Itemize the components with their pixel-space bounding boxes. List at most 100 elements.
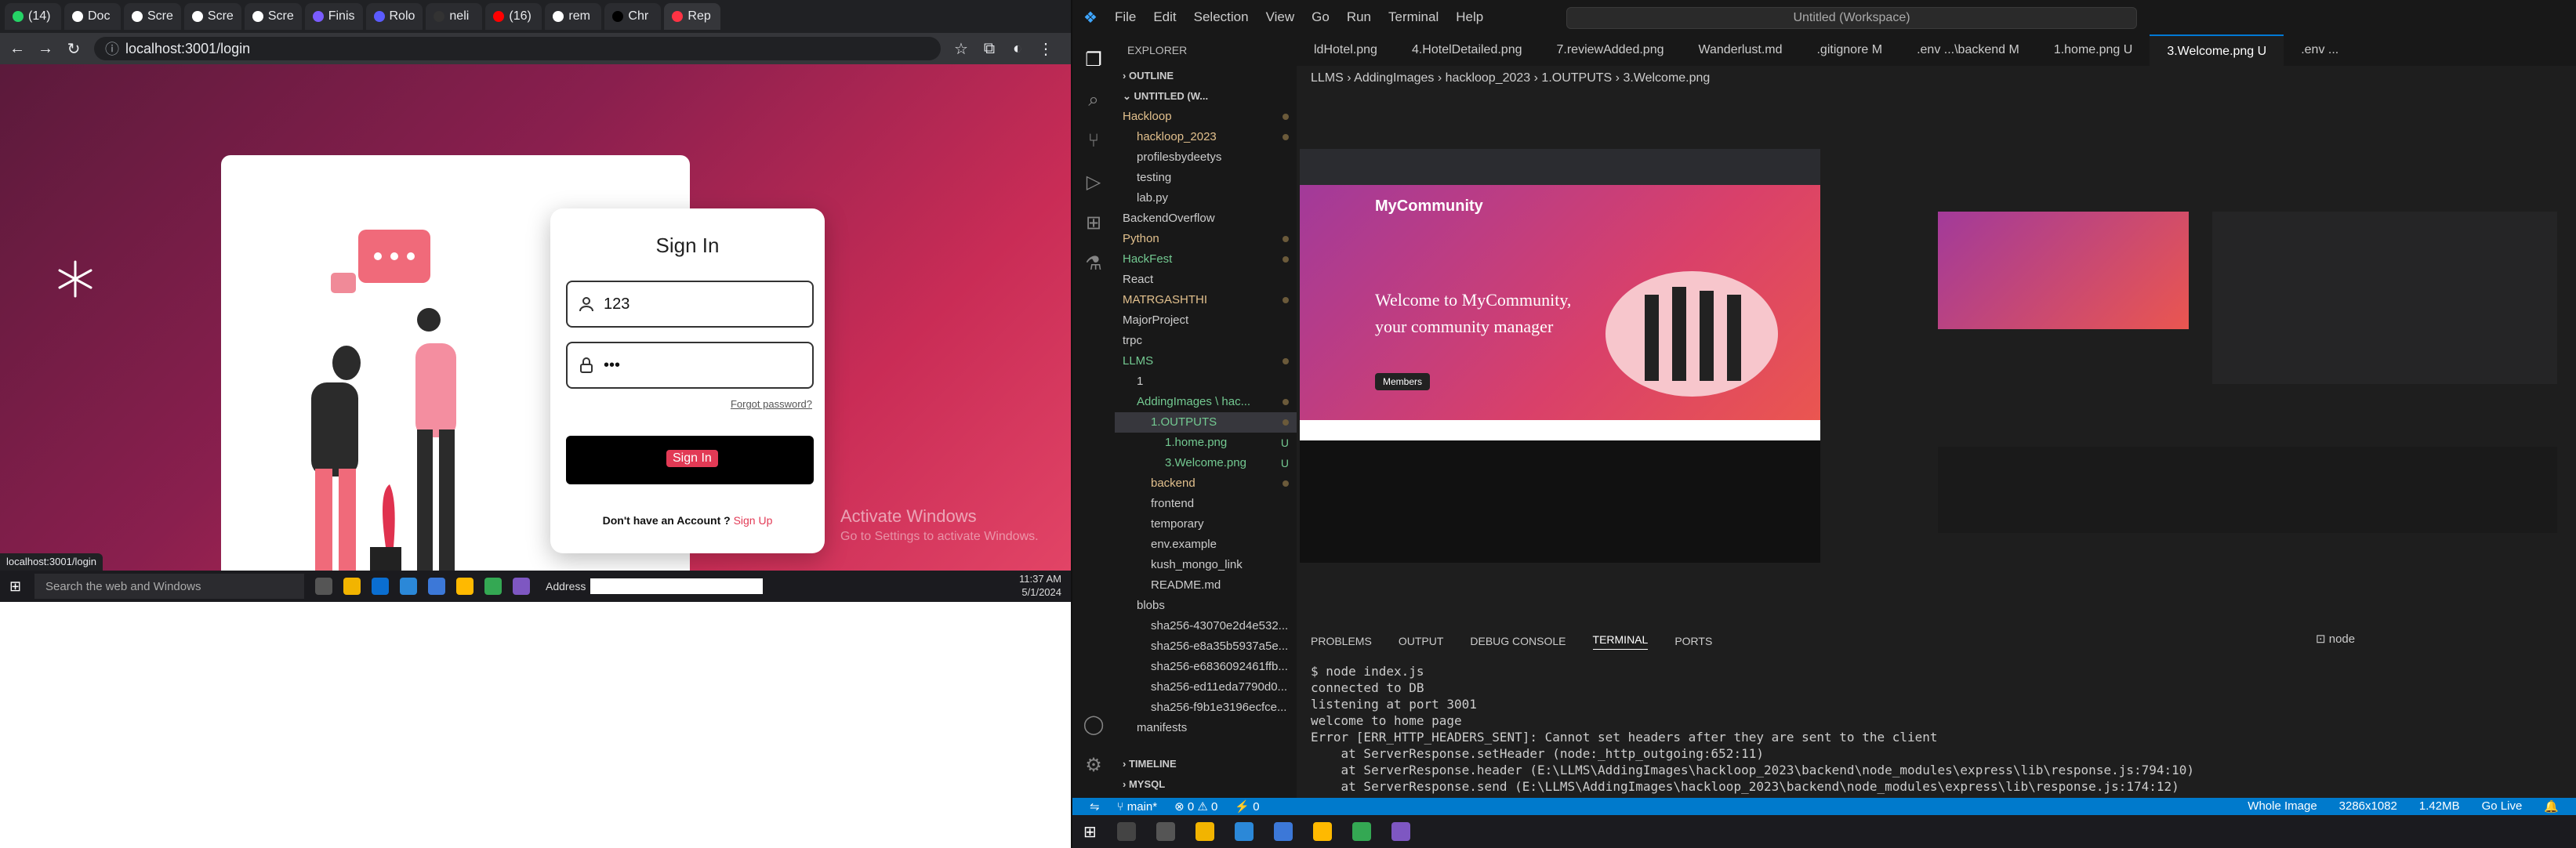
chrome-taskbar-icon[interactable] [1351, 822, 1371, 841]
mysql-section[interactable]: › MYSQL [1115, 774, 1297, 795]
tree-item[interactable]: blobs [1115, 596, 1297, 616]
store-icon[interactable] [343, 578, 361, 595]
app-taskbar-icon[interactable] [513, 578, 530, 595]
tree-item[interactable]: AddingImages \ hac... [1115, 392, 1297, 412]
password-field[interactable]: ••• [566, 342, 814, 389]
breadcrumb-item[interactable]: AddingImages [1354, 71, 1434, 85]
problems-count[interactable]: ⊗ 0 ⚠ 0 [1174, 799, 1217, 814]
editor-tab[interactable]: 1.home.png U [2037, 34, 2150, 66]
tree-item[interactable]: BackendOverflow [1115, 208, 1297, 229]
tree-item[interactable]: MajorProject [1115, 310, 1297, 331]
remote-icon[interactable]: ⇋ [1090, 799, 1100, 814]
editor-tab[interactable]: 4.HotelDetailed.png [1395, 34, 1540, 66]
browser-tab[interactable]: Finis [304, 3, 363, 30]
tree-item[interactable]: temporary [1115, 514, 1297, 535]
panel-tab-output[interactable]: OUTPUT [1399, 635, 1444, 647]
search-icon[interactable]: ⌕ [1083, 89, 1105, 111]
taskbar-clock[interactable]: 11:37 AM 5/1/2024 [1019, 572, 1061, 599]
terminal-output[interactable]: $ node index.js connected to DB listening … [1297, 655, 2576, 799]
editor-tab[interactable]: .env ...\backend M [1899, 34, 2037, 66]
tree-item[interactable]: 1 [1115, 371, 1297, 392]
browser-tab[interactable]: Rolo [365, 3, 423, 30]
tree-item[interactable]: lab.py [1115, 188, 1297, 208]
tree-item[interactable]: sha256-43070e2d4e532... [1115, 616, 1297, 636]
browser-tab[interactable]: neli [426, 3, 483, 30]
tree-item[interactable]: frontend [1115, 494, 1297, 514]
calendar-icon[interactable] [1234, 822, 1254, 841]
editor-tab[interactable]: .env ... [2284, 34, 2356, 66]
menu-icon[interactable]: ⋮ [1038, 39, 1054, 59]
flask-icon[interactable]: ⚗ [1083, 252, 1105, 274]
address-bar[interactable]: localhost:3001/login [94, 37, 941, 60]
menu-item-selection[interactable]: Selection [1194, 9, 1249, 24]
chrome-taskbar-icon[interactable] [484, 578, 502, 595]
calendar-icon[interactable] [400, 578, 417, 595]
extensions-icon[interactable]: ⧉ [981, 40, 997, 58]
breadcrumb-item[interactable]: LLMS [1311, 71, 1344, 85]
terminal-name[interactable]: ⊡ node [2316, 632, 2355, 646]
tree-item[interactable]: 1.OUTPUTS [1115, 412, 1297, 433]
task-view-icon[interactable] [315, 578, 332, 595]
panel-tab-problems[interactable]: PROBLEMS [1311, 635, 1372, 647]
tree-item[interactable]: Python [1115, 229, 1297, 249]
browser-tab[interactable]: Scre [244, 3, 302, 30]
windows-start-icon[interactable]: ⊞ [9, 578, 21, 595]
windows-start-icon[interactable]: ⊞ [1083, 822, 1097, 842]
store-icon[interactable] [1195, 822, 1214, 841]
git-branch[interactable]: ⑂ main* [1117, 800, 1158, 814]
go-live-button[interactable]: Go Live [2482, 799, 2523, 814]
reload-icon[interactable]: ↻ [66, 39, 82, 59]
outline-section[interactable]: › OUTLINE [1115, 66, 1297, 86]
browser-tab[interactable]: Scre [124, 3, 181, 30]
browser-tab[interactable]: Rep [664, 3, 721, 30]
menu-item-terminal[interactable]: Terminal [1388, 9, 1439, 24]
profile-icon[interactable]: ◐ [1010, 40, 1025, 58]
menu-item-help[interactable]: Help [1456, 9, 1483, 24]
files-icon[interactable]: ❐ [1083, 49, 1105, 71]
back-icon[interactable]: ← [9, 40, 25, 58]
editor-tab[interactable]: .gitignore M [1799, 34, 1899, 66]
panel-tab-debug-console[interactable]: DEBUG CONSOLE [1470, 635, 1566, 647]
tree-item[interactable]: React [1115, 270, 1297, 290]
menu-item-view[interactable]: View [1266, 9, 1295, 24]
forward-icon[interactable]: → [38, 40, 53, 58]
gear-icon[interactable]: ⚙ [1083, 754, 1105, 776]
address-toolbar-input[interactable] [590, 578, 764, 594]
menu-item-file[interactable]: File [1115, 9, 1136, 24]
tree-item[interactable]: hackloop_2023 [1115, 127, 1297, 147]
tree-item[interactable]: 3.Welcome.png U [1115, 453, 1297, 473]
image-zoom-mode[interactable]: Whole Image [2248, 799, 2317, 814]
tree-item[interactable]: LLMS [1115, 351, 1297, 371]
explorer-taskbar-icon[interactable] [1312, 822, 1332, 841]
editor-tab[interactable]: 3.Welcome.png U [2150, 34, 2284, 66]
tree-item[interactable]: trpc [1115, 331, 1297, 351]
task-view-icon[interactable] [1156, 822, 1175, 841]
taskbar-search[interactable]: Search the web and Windows [34, 574, 304, 599]
extensions-icon[interactable]: ⊞ [1083, 212, 1105, 234]
tree-item[interactable]: sha256-ed11eda7790d0... [1115, 677, 1297, 698]
username-field[interactable]: 123 [566, 281, 814, 328]
tree-item[interactable]: backend [1115, 473, 1297, 494]
tree-item[interactable]: Hackloop [1115, 107, 1297, 127]
command-center[interactable]: Untitled (Workspace) [1566, 7, 2137, 29]
forgot-password-link[interactable]: Forgot password? [550, 398, 812, 410]
menu-item-run[interactable]: Run [1347, 9, 1371, 24]
browser-tab[interactable]: rem [545, 3, 602, 30]
ports-count[interactable]: ⚡ 0 [1235, 799, 1259, 814]
tree-item[interactable]: kush_mongo_link [1115, 555, 1297, 575]
account-icon[interactable]: ◯ [1083, 713, 1105, 735]
vscode-taskbar-icon[interactable] [428, 578, 445, 595]
signin-button[interactable]: Sign In [566, 436, 814, 484]
tree-item[interactable]: 1.home.png U [1115, 433, 1297, 453]
panel-tab-ports[interactable]: PORTS [1674, 635, 1712, 647]
tree-item[interactable]: env.example [1115, 535, 1297, 555]
breadcrumb-item[interactable]: hackloop_2023 [1446, 71, 1531, 85]
source-control-icon[interactable]: ⑂ [1083, 130, 1105, 152]
vscode-taskbar-icon[interactable] [1273, 822, 1293, 841]
tree-item[interactable]: sha256-f9b1e3196ecfce... [1115, 698, 1297, 718]
browser-tab[interactable]: (16) [485, 3, 542, 30]
tree-item[interactable]: HackFest [1115, 249, 1297, 270]
tree-item[interactable]: sha256-e6836092461ffb... [1115, 657, 1297, 677]
explorer-taskbar-icon[interactable] [456, 578, 473, 595]
editor-tab[interactable]: 7.reviewAdded.png [1540, 34, 1682, 66]
